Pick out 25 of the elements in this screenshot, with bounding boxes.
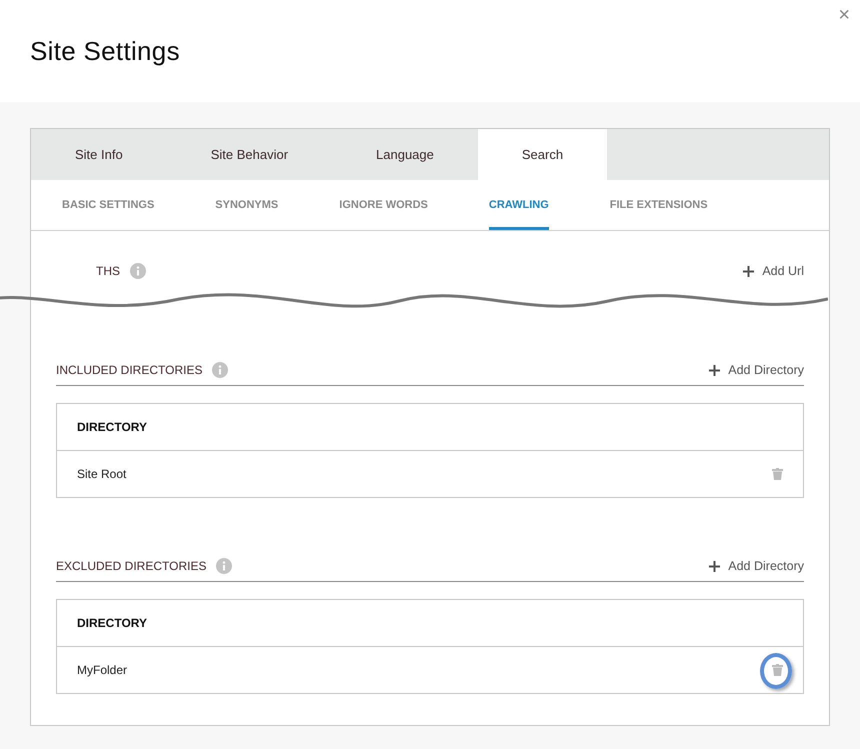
plus-icon — [709, 560, 720, 572]
tab[interactable]: Language — [332, 129, 478, 180]
add-directory-button[interactable]: Add Directory — [709, 363, 804, 377]
subtab[interactable]: CRAWLING — [488, 180, 549, 230]
dialog-title: Site Settings — [30, 36, 180, 66]
info-icon — [216, 558, 232, 574]
plus-icon — [743, 266, 754, 276]
trash-icon[interactable] — [772, 664, 783, 676]
table-cell: MyFolder — [77, 663, 128, 677]
info-icon — [212, 362, 228, 378]
info-icon — [130, 263, 146, 279]
tab[interactable]: Site Behavior — [166, 129, 332, 180]
plus-icon — [709, 364, 720, 376]
section-heading: THS — [95, 264, 120, 278]
column-header: DIRECTORY — [57, 600, 803, 647]
trash-icon[interactable] — [772, 468, 783, 480]
tab[interactable]: Search — [478, 129, 608, 180]
table-cell: Site Root — [77, 467, 126, 481]
section-heading: INCLUDED DIRECTORIES — [56, 363, 202, 377]
section-heading: EXCLUDED DIRECTORIES — [56, 559, 206, 573]
add-url-button[interactable]: Add Url — [743, 264, 804, 278]
add-directory-button[interactable]: Add Directory — [709, 559, 804, 573]
tab[interactable]: Site Info — [31, 129, 167, 180]
close-button[interactable]: × — [834, 4, 854, 26]
column-header: DIRECTORY — [57, 404, 803, 451]
